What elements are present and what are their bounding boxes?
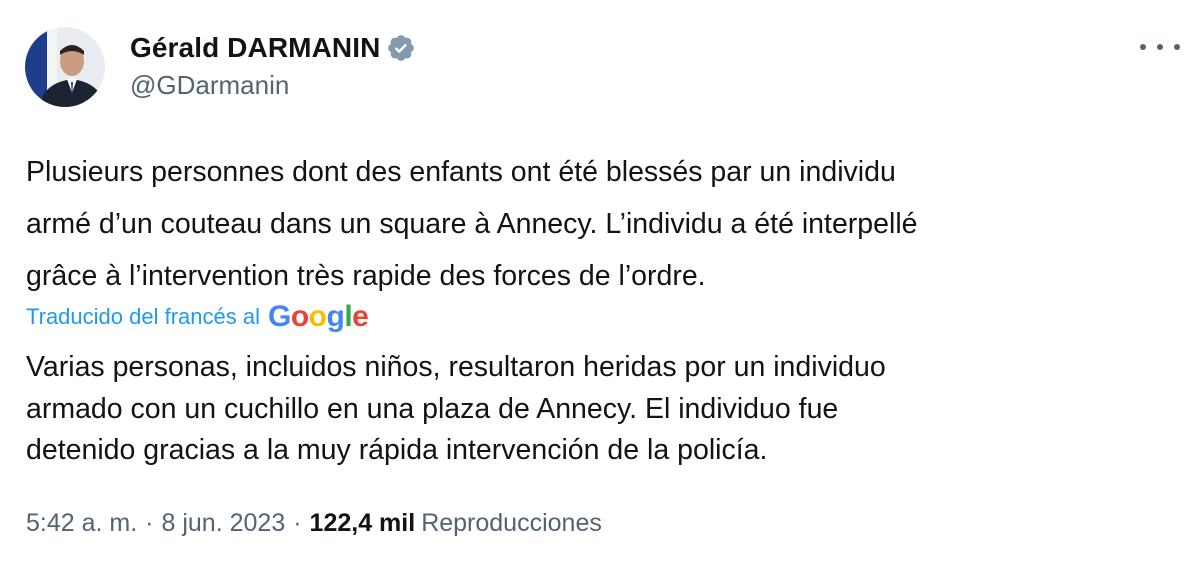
translated-text-line: detenido gracias a la muy rápida interve… xyxy=(26,434,768,466)
views-count: 122,4 mil xyxy=(309,508,416,537)
author-display-name[interactable]: Gérald DARMANIN xyxy=(130,32,380,64)
more-dot xyxy=(1140,44,1146,50)
translated-text-line: Varias personas, incluidos niños, result… xyxy=(26,351,886,383)
verified-badge-icon xyxy=(386,33,416,63)
tweet-meta: 5:42 a. m. · 8 jun. 2023 · 122,4 mil Rep… xyxy=(26,503,602,543)
more-options-icon[interactable] xyxy=(1140,32,1180,62)
tweet-text-line: grâce à l’intervention très rapide des f… xyxy=(26,260,706,292)
more-dot xyxy=(1157,44,1163,50)
more-dot xyxy=(1174,44,1180,50)
author-name-row: Gérald DARMANIN xyxy=(130,28,416,68)
tweet-text: Plusieurs personnes dont des enfants ont… xyxy=(26,146,1166,302)
translated-from-link[interactable]: Traducido del francés al xyxy=(26,304,260,330)
avatar-image xyxy=(25,27,105,107)
translated-text-line: armado con un cuchillo en una plaza de A… xyxy=(26,392,839,425)
tweet-text-line: armé d’un couteau dans un square à Annec… xyxy=(26,208,918,240)
translated-text: Varias personas, incluidos niños, result… xyxy=(26,347,1166,472)
meta-separator: · xyxy=(145,508,154,537)
views-label: Reproducciones xyxy=(421,508,602,537)
tweet-card: Gérald DARMANIN @GDarmanin Plusieurs per… xyxy=(0,0,1200,565)
tweet-date[interactable]: 8 jun. 2023 xyxy=(162,509,286,538)
meta-separator: · xyxy=(293,508,302,537)
translation-attribution: Traducido del francés al Google xyxy=(26,297,369,337)
avatar[interactable] xyxy=(25,27,105,107)
author-handle[interactable]: @GDarmanin xyxy=(130,70,289,101)
tweet-time[interactable]: 5:42 a. m. xyxy=(26,509,137,538)
tweet-text-line: Plusieurs personnes dont des enfants ont… xyxy=(26,156,896,188)
google-logo: Google xyxy=(267,300,369,333)
